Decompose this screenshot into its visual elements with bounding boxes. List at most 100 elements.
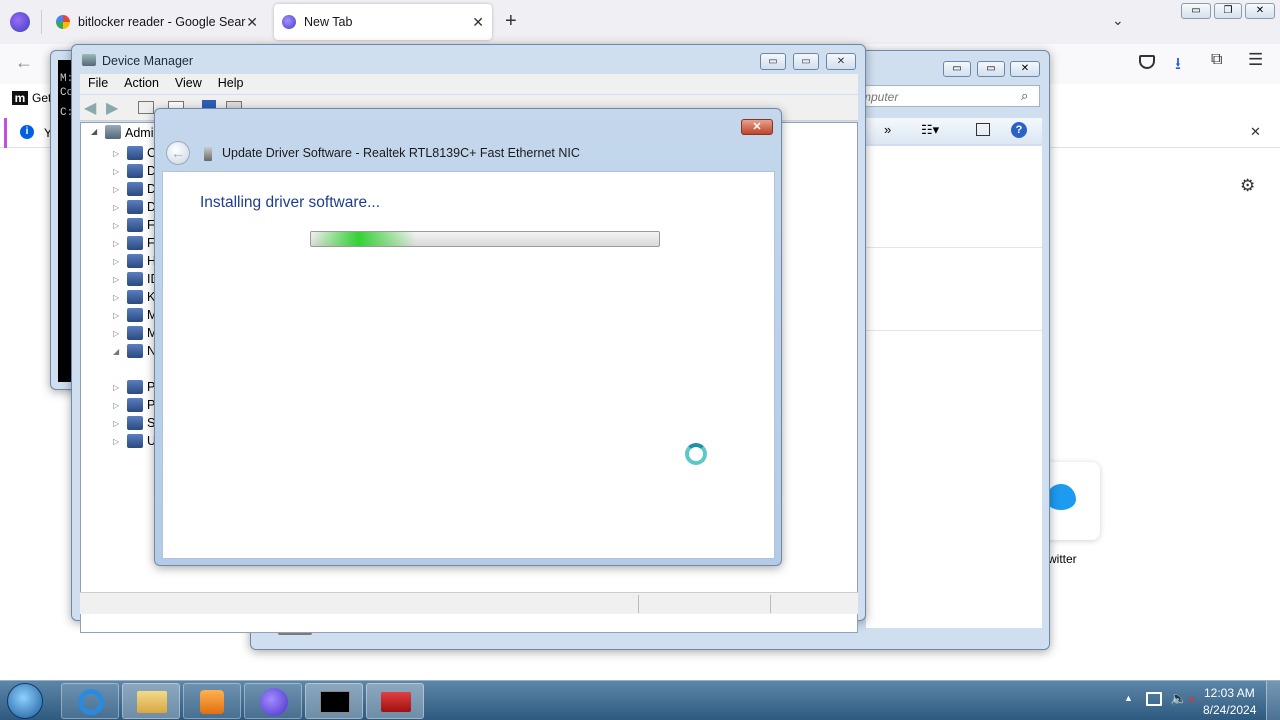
explorer-search-box[interactable]: mputer ⌕ bbox=[856, 85, 1040, 107]
volume-muted-icon[interactable]: 🔈✕ bbox=[1170, 690, 1196, 707]
tree-item[interactable]: ▷ Di bbox=[113, 180, 159, 198]
file-explorer-icon[interactable] bbox=[122, 683, 180, 719]
expand-icon[interactable]: ▷ bbox=[113, 185, 123, 194]
device-category-icon bbox=[127, 416, 143, 430]
downloads-icon[interactable]: ⭳ bbox=[1175, 51, 1181, 80]
tree-item[interactable]: ▷Pr bbox=[113, 396, 160, 414]
close-button[interactable]: ✕ bbox=[826, 53, 856, 70]
expand-icon[interactable]: ▷ bbox=[113, 149, 123, 158]
menu-view[interactable]: View bbox=[167, 74, 210, 94]
command-prompt-icon[interactable] bbox=[305, 683, 363, 719]
settings-gear-icon[interactable]: ⚙ bbox=[1240, 176, 1255, 196]
bookmark-m-icon[interactable]: m bbox=[12, 91, 28, 105]
search-icon: ⌕ bbox=[1021, 88, 1029, 103]
preview-pane-icon[interactable] bbox=[976, 123, 990, 136]
collapse-icon[interactable]: ◢ bbox=[113, 347, 123, 356]
firefox-view-icon[interactable] bbox=[10, 12, 30, 32]
expand-icon[interactable]: ▷ bbox=[113, 419, 123, 428]
expand-icon[interactable]: ▷ bbox=[113, 437, 123, 446]
forward-arrow-icon[interactable]: ▶ bbox=[106, 98, 118, 118]
network-card-icon bbox=[204, 147, 212, 161]
menu-icon[interactable]: ☰ bbox=[1248, 50, 1263, 70]
extensions-icon[interactable]: ⧉ bbox=[1211, 51, 1222, 69]
device-category-icon bbox=[127, 326, 143, 340]
clock-time[interactable]: 12:03 AM bbox=[1204, 686, 1255, 700]
update-driver-dialog: ✕ ← Update Driver Software - Realtek RTL… bbox=[154, 108, 782, 566]
tree-item[interactable]: ▷ M bbox=[113, 306, 157, 324]
maximize-button[interactable]: ▭ bbox=[793, 53, 819, 70]
device-category-icon bbox=[127, 182, 143, 196]
pocket-icon[interactable] bbox=[1139, 55, 1155, 69]
network-tray-icon[interactable] bbox=[1146, 692, 1162, 706]
explorer-restore-button[interactable]: ▭ bbox=[977, 61, 1005, 77]
tab-new-tab[interactable]: New Tab ✕ bbox=[274, 4, 492, 40]
installing-heading: Installing driver software... bbox=[200, 194, 381, 211]
expand-icon[interactable]: ▷ bbox=[113, 329, 123, 338]
collapse-root-icon[interactable]: ◢ bbox=[91, 127, 97, 136]
menu-action[interactable]: Action bbox=[116, 74, 167, 94]
bookmark-label[interactable]: Get bbox=[32, 91, 51, 105]
minimize-button[interactable]: ▭ bbox=[760, 53, 786, 70]
menu-file[interactable]: File bbox=[80, 74, 116, 94]
device-category-icon bbox=[127, 164, 143, 178]
explorer-close-button[interactable]: ✕ bbox=[1010, 61, 1040, 77]
minimize-button[interactable]: ▭ bbox=[1181, 3, 1211, 19]
browser-tabbar: bitlocker reader - Google Search ✕ New T… bbox=[0, 0, 1280, 44]
show-hidden-icons-icon[interactable]: ▲ bbox=[1124, 693, 1133, 703]
close-button[interactable]: ✕ bbox=[741, 119, 773, 135]
show-hide-tree-icon[interactable] bbox=[138, 101, 154, 114]
close-button[interactable]: ✕ bbox=[1245, 3, 1275, 19]
internet-explorer-icon[interactable] bbox=[61, 683, 119, 719]
tree-root-label[interactable]: Admi bbox=[125, 126, 153, 140]
expand-icon[interactable]: ▷ bbox=[113, 293, 123, 302]
device-category-icon bbox=[127, 398, 143, 412]
back-icon[interactable]: ← bbox=[15, 52, 33, 73]
computer-icon bbox=[105, 125, 121, 139]
device-category-icon bbox=[127, 290, 143, 304]
expand-icon[interactable]: ▷ bbox=[113, 257, 123, 266]
back-button-icon[interactable]: ← bbox=[166, 141, 190, 165]
new-tab-icon[interactable]: + bbox=[505, 10, 517, 33]
tree-item[interactable]: ▷ Di bbox=[113, 162, 159, 180]
info-icon: i bbox=[20, 125, 34, 139]
back-arrow-icon[interactable]: ◀ bbox=[84, 98, 96, 118]
toolbox-icon[interactable] bbox=[366, 683, 424, 719]
tab-google-search[interactable]: bitlocker reader - Google Search ✕ bbox=[48, 4, 266, 40]
install-progress-bar bbox=[310, 231, 660, 247]
expand-icon[interactable]: ▷ bbox=[113, 383, 123, 392]
expand-icon[interactable]: ▷ bbox=[113, 311, 123, 320]
explorer-minimize-button[interactable]: ▭ bbox=[943, 61, 971, 77]
expand-icon[interactable]: ▷ bbox=[113, 203, 123, 212]
twitter-icon bbox=[1046, 484, 1076, 510]
firefox-taskbar-icon[interactable] bbox=[244, 683, 302, 719]
menu-help[interactable]: Help bbox=[210, 74, 252, 94]
close-tab-icon[interactable]: ✕ bbox=[246, 14, 258, 31]
list-tabs-icon[interactable]: ⌄ bbox=[1112, 12, 1124, 29]
expand-icon[interactable]: ▷ bbox=[113, 275, 123, 284]
close-tab-icon[interactable]: ✕ bbox=[472, 14, 484, 31]
view-options-icon[interactable]: ☷▾ bbox=[921, 122, 939, 138]
menu-bar: File Action View Help bbox=[80, 74, 858, 94]
clock-date[interactable]: 8/24/2024 bbox=[1203, 703, 1256, 717]
tile-label: witter bbox=[1048, 552, 1077, 566]
firefox-icon bbox=[282, 15, 296, 29]
show-desktop-button[interactable] bbox=[1266, 681, 1280, 720]
expand-icon[interactable]: ▷ bbox=[113, 239, 123, 248]
start-button-icon[interactable] bbox=[7, 683, 43, 719]
help-icon[interactable]: ? bbox=[1011, 122, 1027, 138]
close-notice-icon[interactable]: ✕ bbox=[1250, 124, 1261, 140]
device-category-icon bbox=[127, 308, 143, 322]
tree-item[interactable]: ▷ID bbox=[113, 270, 160, 288]
tab-title: bitlocker reader - Google Search bbox=[78, 15, 247, 29]
progress-fill bbox=[311, 232, 416, 246]
media-player-icon[interactable] bbox=[183, 683, 241, 719]
device-category-icon bbox=[127, 272, 143, 286]
expand-icon[interactable]: ▷ bbox=[113, 221, 123, 230]
tab-title: New Tab bbox=[304, 15, 353, 29]
expand-icon[interactable]: ▷ bbox=[113, 167, 123, 176]
status-bar bbox=[80, 592, 858, 614]
restore-button[interactable]: ❐ bbox=[1214, 3, 1242, 19]
device-category-icon bbox=[127, 146, 143, 160]
more-options-icon[interactable]: » bbox=[884, 122, 891, 137]
expand-icon[interactable]: ▷ bbox=[113, 401, 123, 410]
